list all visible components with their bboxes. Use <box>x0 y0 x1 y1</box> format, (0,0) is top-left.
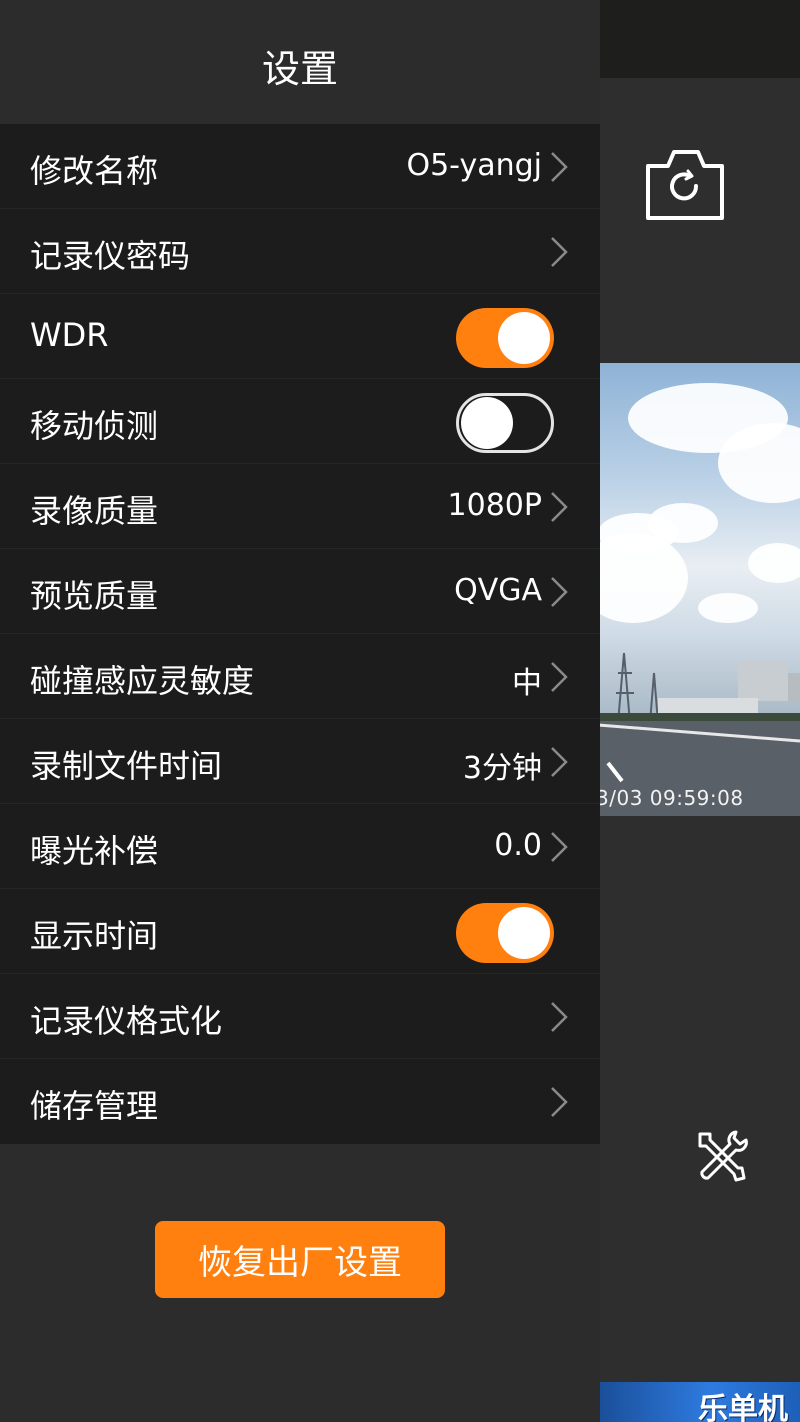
chevron-right-icon <box>551 492 568 522</box>
setting-file-duration[interactable]: 录制文件时间 3分钟 <box>0 719 600 804</box>
setting-label: 预览质量 <box>30 577 159 615</box>
page-title: 设置 <box>261 47 338 91</box>
setting-label: 移动侦测 <box>30 407 159 445</box>
setting-label: 录制文件时间 <box>30 747 223 785</box>
setting-label: 储存管理 <box>30 1087 159 1125</box>
video-preview[interactable] <box>598 363 800 816</box>
setting-value: 中 <box>512 666 542 701</box>
chevron-right-icon <box>551 747 568 777</box>
watermark-text: 乐单机 <box>698 1392 788 1422</box>
tools-icon[interactable] <box>690 1126 750 1186</box>
toggle-knob <box>498 312 550 364</box>
setting-value: 1080P <box>447 488 542 523</box>
chevron-right-icon <box>551 662 568 692</box>
setting-wdr: WDR <box>0 294 600 379</box>
chevron-right-icon <box>551 237 568 267</box>
setting-label: 碰撞感应灵敏度 <box>30 662 255 700</box>
setting-storage-management[interactable]: 储存管理 <box>0 1059 600 1144</box>
setting-label: 修改名称 <box>30 152 159 190</box>
chevron-right-icon <box>551 577 568 607</box>
watermark: 乐单机 <box>600 1382 800 1422</box>
setting-collision-sensitivity[interactable]: 碰撞感应灵敏度 中 <box>0 634 600 719</box>
setting-label: 录像质量 <box>30 492 159 530</box>
top-bar <box>600 0 800 78</box>
toggle-knob <box>461 397 513 449</box>
setting-label: WDR <box>30 316 109 354</box>
wdr-toggle[interactable] <box>456 308 554 368</box>
setting-label: 记录仪密码 <box>30 237 191 275</box>
video-timestamp: 3/03 09:59:08 <box>596 786 744 810</box>
setting-label: 曝光补偿 <box>30 832 159 870</box>
setting-value: 3分钟 <box>462 751 542 786</box>
setting-label: 记录仪格式化 <box>30 1002 223 1040</box>
factory-reset-button[interactable]: 恢复出厂设置 <box>155 1221 445 1298</box>
motion-detection-toggle[interactable] <box>456 393 554 453</box>
setting-exposure-compensation[interactable]: 曝光补偿 0.0 <box>0 804 600 889</box>
camera-switch-icon[interactable] <box>640 142 730 226</box>
chevron-right-icon <box>551 1002 568 1032</box>
setting-format-recorder[interactable]: 记录仪格式化 <box>0 974 600 1059</box>
drawer-header: 设置 <box>0 0 600 124</box>
setting-rename[interactable]: 修改名称 O5-yangj <box>0 124 600 209</box>
setting-recorder-password[interactable]: 记录仪密码 <box>0 209 600 294</box>
setting-recording-quality[interactable]: 录像质量 1080P <box>0 464 600 549</box>
chevron-right-icon <box>551 832 568 862</box>
setting-show-time: 显示时间 <box>0 889 600 974</box>
setting-label: 显示时间 <box>30 917 159 955</box>
setting-value: 0.0 <box>494 828 542 863</box>
setting-motion-detection: 移动侦测 <box>0 379 600 464</box>
settings-drawer: 设置 修改名称 O5-yangj 记录仪密码 WDR 移动侦测 录像质量 108… <box>0 0 600 1422</box>
setting-value: QVGA <box>454 573 542 608</box>
setting-value: O5-yangj <box>406 148 542 183</box>
show-time-toggle[interactable] <box>456 903 554 963</box>
setting-preview-quality[interactable]: 预览质量 QVGA <box>0 549 600 634</box>
chevron-right-icon <box>551 1087 568 1117</box>
toggle-knob <box>498 907 550 959</box>
settings-list: 修改名称 O5-yangj 记录仪密码 WDR 移动侦测 录像质量 1080P … <box>0 124 600 1144</box>
chevron-right-icon <box>551 152 568 182</box>
